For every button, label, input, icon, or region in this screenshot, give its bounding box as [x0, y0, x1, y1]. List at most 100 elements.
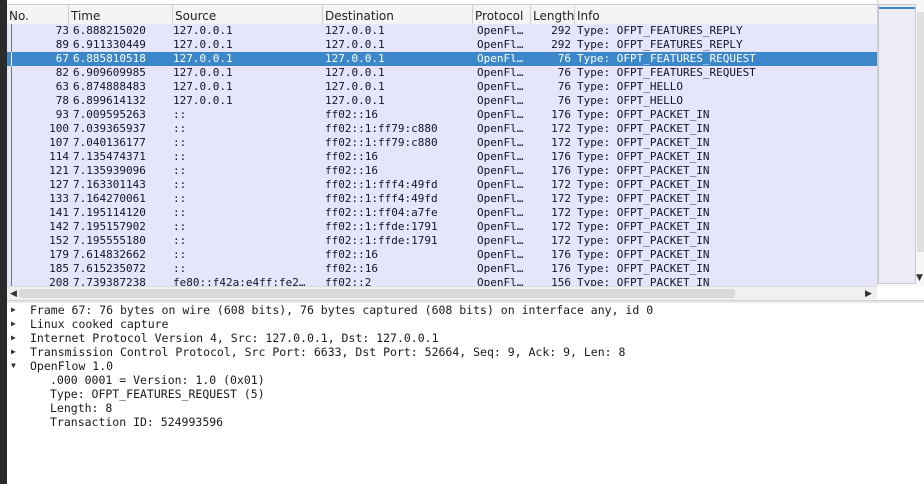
detail-tree-label: Internet Protocol Version 4, Src: 127.0.…: [30, 331, 439, 345]
table-row[interactable]: 82 6.909609985 127.0.0.1 127.0.0.1 OpenFl… 76…: [7, 66, 877, 80]
packet-no-cell: 121: [49, 164, 69, 177]
table-row[interactable]: 89 6.911330449 127.0.0.1 127.0.0.1 OpenFl… 29…: [7, 38, 877, 52]
packet-no-cell: 89: [55, 38, 69, 51]
packet-length-cell: 176: [551, 164, 571, 177]
collapsed-arrow-icon[interactable]: ▶: [11, 331, 23, 345]
packet-destination-cell: ff02::1:ff04:a7fe: [325, 206, 438, 219]
table-row[interactable]: 100 7.039365937:: ff02::1:ff79:c880 OpenFl……: [7, 122, 877, 136]
horizontal-scrollbar[interactable]: ◀ ▶: [7, 286, 877, 301]
packet-destination-cell: 127.0.0.1: [325, 38, 385, 51]
packet-no-cell: 185: [49, 262, 69, 275]
packet-length-cell: 172: [551, 220, 571, 233]
packet-time-cell: 6.874888483: [73, 80, 146, 93]
table-row[interactable]: 185 7.615235072:: ff02::16 OpenFl… 176 Type: …: [7, 262, 877, 276]
packet-info-cell: Type: OFPT_PACKET_IN: [577, 150, 710, 163]
collapsed-arrow-icon[interactable]: ▶: [11, 345, 23, 359]
packet-source-cell: ::: [173, 248, 187, 261]
detail-tree-item[interactable]: ▶ Frame 67: 76 bytes on wire (608 bits), …: [7, 303, 924, 317]
table-row[interactable]: 142 7.195157902:: ff02::1:ffde:1791 OpenFl……: [7, 220, 877, 234]
table-row[interactable]: 121 7.135939096:: ff02::16 OpenFl… 176 Type: …: [7, 164, 877, 178]
table-row[interactable]: 63 6.874888483 127.0.0.1 127.0.0.1 OpenFl… 76…: [7, 80, 877, 94]
packet-info-cell: Type: OFPT_PACKET_IN: [577, 234, 710, 247]
detail-tree-label: Frame 67: 76 bytes on wire (608 bits), 7…: [30, 303, 654, 317]
packet-time-cell: 6.911330449: [73, 38, 146, 51]
table-row[interactable]: 152 7.195555180:: ff02::1:ffde:1791 OpenFl……: [7, 234, 877, 248]
packet-length-cell: 176: [551, 262, 571, 275]
openflow-field-label: Length: 8: [50, 401, 113, 415]
packet-no-cell: 67: [55, 52, 69, 65]
packet-no-cell: 78: [55, 94, 69, 107]
packet-protocol-cell: OpenFl…: [477, 52, 524, 65]
packet-minimap[interactable]: [878, 4, 916, 284]
table-row[interactable]: 107 7.040136177:: ff02::1:ff79:c880 OpenFl……: [7, 136, 877, 150]
table-row[interactable]: 127 7.163301143:: ff02::1:fff4:49fd OpenFl……: [7, 178, 877, 192]
table-row[interactable]: 133 7.164270061:: ff02::1:fff4:49fd OpenFl……: [7, 192, 877, 206]
openflow-field-item[interactable]: Transaction ID: 524993596: [7, 415, 924, 429]
packet-source-cell: 127.0.0.1: [173, 94, 233, 107]
table-row[interactable]: 93 7.009595263:: ff02::16 OpenFl… 176 Type: O…: [7, 108, 877, 122]
table-row[interactable]: 141 7.195114120:: ff02::1:ff04:a7fe OpenFl……: [7, 206, 877, 220]
openflow-field-item[interactable]: Length: 8: [7, 401, 924, 415]
packet-info-cell: Type: OFPT_PACKET_IN: [577, 220, 710, 233]
vertical-scroll-thumb[interactable]: [917, 12, 924, 252]
scroll-right-icon[interactable]: ▶: [865, 288, 872, 300]
packet-destination-cell: ff02::1:ff79:c880: [325, 122, 438, 135]
packet-length-cell: 292: [551, 24, 571, 37]
packet-length-cell: 172: [551, 206, 571, 219]
packet-length-cell: 172: [551, 192, 571, 205]
packet-time-cell: 7.195114120: [73, 206, 146, 219]
packet-source-cell: 127.0.0.1: [173, 24, 233, 37]
packet-details-pane[interactable]: ▶ Frame 67: 76 bytes on wire (608 bits), …: [7, 303, 924, 484]
detail-tree-item[interactable]: ▶ Linux cooked capture: [7, 317, 924, 331]
openflow-field-label: .000 0001 = Version: 1.0 (0x01): [50, 373, 265, 387]
packet-no-cell: 127: [49, 178, 69, 191]
packet-info-cell: Type: OFPT_PACKET_IN: [577, 178, 710, 191]
packet-source-cell: 127.0.0.1: [173, 38, 233, 51]
detail-tree-item[interactable]: ▼ OpenFlow 1.0: [7, 359, 924, 373]
packet-destination-cell: ff02::16: [325, 248, 378, 261]
table-row[interactable]: 208 7.739387238 fe80::f42a:e4ff:fe2… ff02::…: [7, 276, 877, 286]
packet-time-cell: 7.164270061: [73, 192, 146, 205]
packet-destination-cell: ff02::1:ffde:1791: [325, 234, 438, 247]
scroll-down-icon[interactable]: ▼: [916, 272, 923, 284]
table-row[interactable]: 78 6.899614132 127.0.0.1 127.0.0.1 OpenFl… 76…: [7, 94, 877, 108]
expanded-arrow-icon[interactable]: ▼: [11, 359, 23, 373]
openflow-field-item[interactable]: Type: OFPT_FEATURES_REQUEST (5): [7, 387, 924, 401]
packet-destination-cell: ff02::16: [325, 164, 378, 177]
packet-source-cell: ::: [173, 108, 187, 121]
packet-source-cell: ::: [173, 206, 187, 219]
packet-no-cell: 114: [49, 150, 69, 163]
table-row[interactable]: 67 6.885810518 127.0.0.1 127.0.0.1 OpenFl… 76…: [7, 52, 877, 66]
packet-protocol-cell: OpenFl…: [477, 38, 524, 51]
packet-source-cell: ::: [173, 234, 187, 247]
packet-minimap-scrollbar[interactable]: ▼: [877, 0, 924, 286]
packet-source-cell: ::: [173, 122, 187, 135]
packet-time-cell: 6.909609985: [73, 66, 146, 79]
packet-no-cell: 152: [49, 234, 69, 247]
detail-tree-item[interactable]: ▶ Transmission Control Protocol, Src Port…: [7, 345, 924, 359]
table-row[interactable]: 114 7.135474371:: ff02::16 OpenFl… 176 Type: …: [7, 150, 877, 164]
packet-length-cell: 76: [557, 52, 571, 65]
horizontal-scroll-thumb[interactable]: [19, 289, 735, 298]
packet-no-cell: 133: [49, 192, 69, 205]
openflow-field-item[interactable]: .000 0001 = Version: 1.0 (0x01): [7, 373, 924, 387]
packet-destination-cell: ff02::2: [325, 276, 372, 286]
collapsed-arrow-icon[interactable]: ▶: [11, 317, 23, 331]
packet-length-cell: 292: [551, 38, 571, 51]
table-row[interactable]: 73 6.888215020 127.0.0.1 127.0.0.1 OpenFl… 29…: [7, 24, 877, 38]
packet-length-cell: 172: [551, 178, 571, 191]
packet-time-cell: 7.195157902: [73, 220, 146, 233]
packet-length-cell: 76: [557, 66, 571, 79]
packet-info-cell: Type: OFPT_FEATURES_REPLY: [577, 38, 743, 51]
detail-tree-item[interactable]: ▶ Internet Protocol Version 4, Src: 127.0…: [7, 331, 924, 345]
packet-source-cell: ::: [173, 220, 187, 233]
packet-destination-cell: 127.0.0.1: [325, 66, 385, 79]
scroll-left-icon[interactable]: ◀: [10, 288, 17, 300]
table-row[interactable]: 179 7.614832662:: ff02::16 OpenFl… 176 Type: …: [7, 248, 877, 262]
packet-protocol-cell: OpenFl…: [477, 234, 524, 247]
packet-list[interactable]: No. Time Source Destination Protocol Len…: [7, 0, 877, 286]
packet-length-cell: 172: [551, 122, 571, 135]
detail-tree-label: Transmission Control Protocol, Src Port:…: [30, 345, 626, 359]
collapsed-arrow-icon[interactable]: ▶: [11, 303, 23, 317]
minimap-selection-marker: [879, 7, 915, 9]
